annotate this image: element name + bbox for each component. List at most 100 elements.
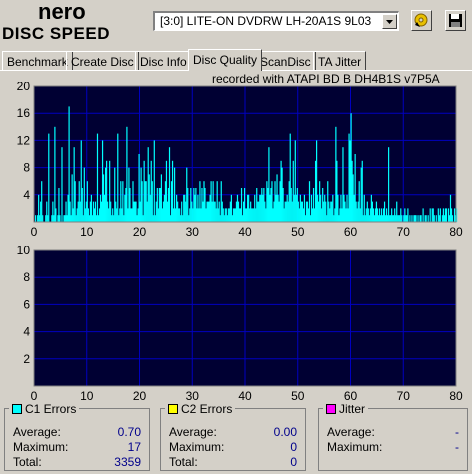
c1-chart-bar: [427, 215, 429, 222]
tab-ta-jitter[interactable]: TA Jitter: [313, 51, 367, 70]
save-button[interactable]: [445, 10, 466, 31]
c1-chart-bar: [417, 215, 419, 222]
c1-total-value: 3359: [114, 455, 141, 469]
c1-chart-bar: [361, 160, 363, 222]
c1-chart-bar: [35, 215, 37, 222]
c1-chart-x-tick-label: 50: [291, 225, 305, 239]
c1-chart-y-tick-label: 12: [17, 133, 31, 147]
c1-chart-x-tick-label: 0: [31, 225, 38, 239]
c2-chart-y-tick-label: 2: [23, 352, 30, 366]
c1-chart-bar: [435, 215, 437, 222]
drive-select-arrow[interactable]: [382, 14, 397, 29]
c1-chart-bar: [153, 140, 155, 222]
c2-color-swatch: [168, 404, 178, 414]
c1-errors-chart: 4 8 12 16 20 0 10 20 30 40 50 60 70 80: [17, 82, 463, 239]
c2-chart-x-tick-label: 0: [31, 389, 38, 403]
c1-chart-bar: [61, 147, 63, 222]
c2-maximum-label: Maximum:: [169, 440, 225, 454]
c2-chart-x-tick-label: 50: [291, 389, 305, 403]
c2-chart-x-tick-label: 70: [397, 389, 411, 403]
jitter-maximum-label: Maximum:: [327, 440, 383, 454]
c2-chart-x-tick-label: 10: [80, 389, 94, 403]
refresh-drive-button[interactable]: [411, 10, 432, 31]
disc-refresh-icon: [414, 13, 428, 27]
c1-chart-bar: [433, 215, 435, 222]
c2-chart-x-tick-label: 30: [186, 389, 200, 403]
c2-chart-y-tick-label: 4: [23, 325, 30, 339]
c1-chart-bar: [411, 215, 413, 222]
c2-chart-x-tick-label: 20: [133, 389, 147, 403]
c1-chart-y-tick-label: 20: [17, 82, 31, 93]
c2-maximum-value: 0: [290, 440, 297, 454]
jitter-average-label: Average:: [327, 425, 375, 439]
c1-chart-bar: [425, 215, 427, 222]
c1-chart-bar: [59, 215, 61, 222]
c2-chart-x-tick-label: 80: [449, 389, 463, 403]
jitter-title: Jitter: [339, 402, 366, 416]
c1-chart-bar: [117, 133, 119, 222]
c1-color-swatch: [12, 404, 22, 414]
c1-chart-y-tick-label: 8: [23, 161, 30, 175]
tab-bar: Benchmark Create Disc Disc Info Disc Qua…: [2, 49, 472, 71]
c1-errors-title: C1 Errors: [25, 402, 77, 416]
c2-chart-y-tick-label: 6: [23, 297, 30, 311]
jitter-title-wrap: Jitter: [323, 402, 369, 416]
tab-disc-quality[interactable]: Disc Quality: [188, 49, 263, 71]
c1-average-value: 0.70: [117, 425, 141, 439]
logo-bottom-text: DISC SPEED: [2, 24, 110, 42]
jitter-average-value: -: [455, 425, 459, 439]
c2-errors-chart: 2 4 6 8 10 0 10 20 30 40 50 60 70 80: [17, 246, 463, 403]
c1-chart-x-tick-label: 70: [397, 225, 411, 239]
c1-chart-x-tick-label: 30: [186, 225, 200, 239]
nero-discspeed-logo: nero DISC SPEED: [2, 0, 110, 42]
jitter-maximum-value: -: [455, 440, 459, 454]
c1-chart-bar: [445, 208, 448, 222]
c1-chart-bar: [401, 215, 403, 222]
c1-chart-x-tick-label: 10: [80, 225, 94, 239]
tab-benchmark[interactable]: Benchmark: [2, 51, 73, 70]
c2-chart-x-tick-label: 40: [238, 389, 252, 403]
tab-scandisc[interactable]: ScanDisc: [255, 51, 316, 70]
tab-disc-info[interactable]: Disc Info: [135, 51, 192, 70]
drive-select[interactable]: [3:0] LITE-ON DVDRW LH-20A1S 9L03: [153, 11, 399, 31]
c1-chart-x-tick-label: 40: [238, 225, 252, 239]
chevron-down-icon: [386, 20, 393, 24]
c1-total-label: Total:: [13, 455, 42, 469]
drive-select-value: [3:0] LITE-ON DVDRW LH-20A1S 9L03: [160, 14, 372, 28]
c1-chart-bar: [54, 126, 56, 222]
c1-chart-bar: [42, 215, 44, 222]
c1-chart-y-tick-label: 16: [17, 106, 31, 120]
c1-chart-bar: [388, 147, 390, 222]
c2-total-label: Total:: [169, 455, 198, 469]
c1-chart-x-tick-label: 60: [344, 225, 358, 239]
c2-total-value: 0: [290, 455, 297, 469]
c1-chart-bar: [48, 133, 50, 222]
c1-chart-bar: [96, 133, 99, 222]
c2-average-value: 0.00: [273, 425, 297, 439]
c1-chart-bar: [451, 215, 454, 222]
c1-chart-x-tick-label: 20: [133, 225, 147, 239]
tab-create-disc[interactable]: Create Disc: [66, 51, 139, 70]
floppy-save-icon: [449, 14, 462, 27]
c1-chart-bar: [126, 126, 128, 222]
c2-errors-panel: C2 Errors Average: 0.00 Maximum: 0 Total: 0: [160, 402, 306, 471]
c1-chart-bar: [439, 208, 441, 222]
c1-chart-bar: [420, 215, 422, 222]
c2-chart-y-tick-label: 10: [17, 246, 31, 257]
c1-chart-bar: [415, 215, 417, 222]
c1-chart-bar: [409, 215, 411, 222]
c1-chart-bar: [429, 208, 431, 222]
logo-top-text: nero: [38, 0, 86, 24]
c1-average-label: Average:: [13, 425, 61, 439]
jitter-color-swatch: [326, 404, 336, 414]
c2-chart-x-tick-label: 60: [344, 389, 358, 403]
c1-chart-x-tick-label: 80: [449, 225, 463, 239]
c1-maximum-value: 17: [127, 440, 141, 454]
c1-errors-panel: C1 Errors Average: 0.70 Maximum: 17 Total:…: [4, 402, 150, 471]
c1-chart-bar: [407, 208, 409, 222]
c1-chart-bar: [55, 208, 57, 222]
c1-chart-bar: [422, 208, 424, 222]
c2-errors-title: C2 Errors: [181, 402, 233, 416]
c1-chart-bar: [168, 147, 171, 222]
jitter-panel: Jitter Average: - Maximum: -: [318, 402, 468, 471]
